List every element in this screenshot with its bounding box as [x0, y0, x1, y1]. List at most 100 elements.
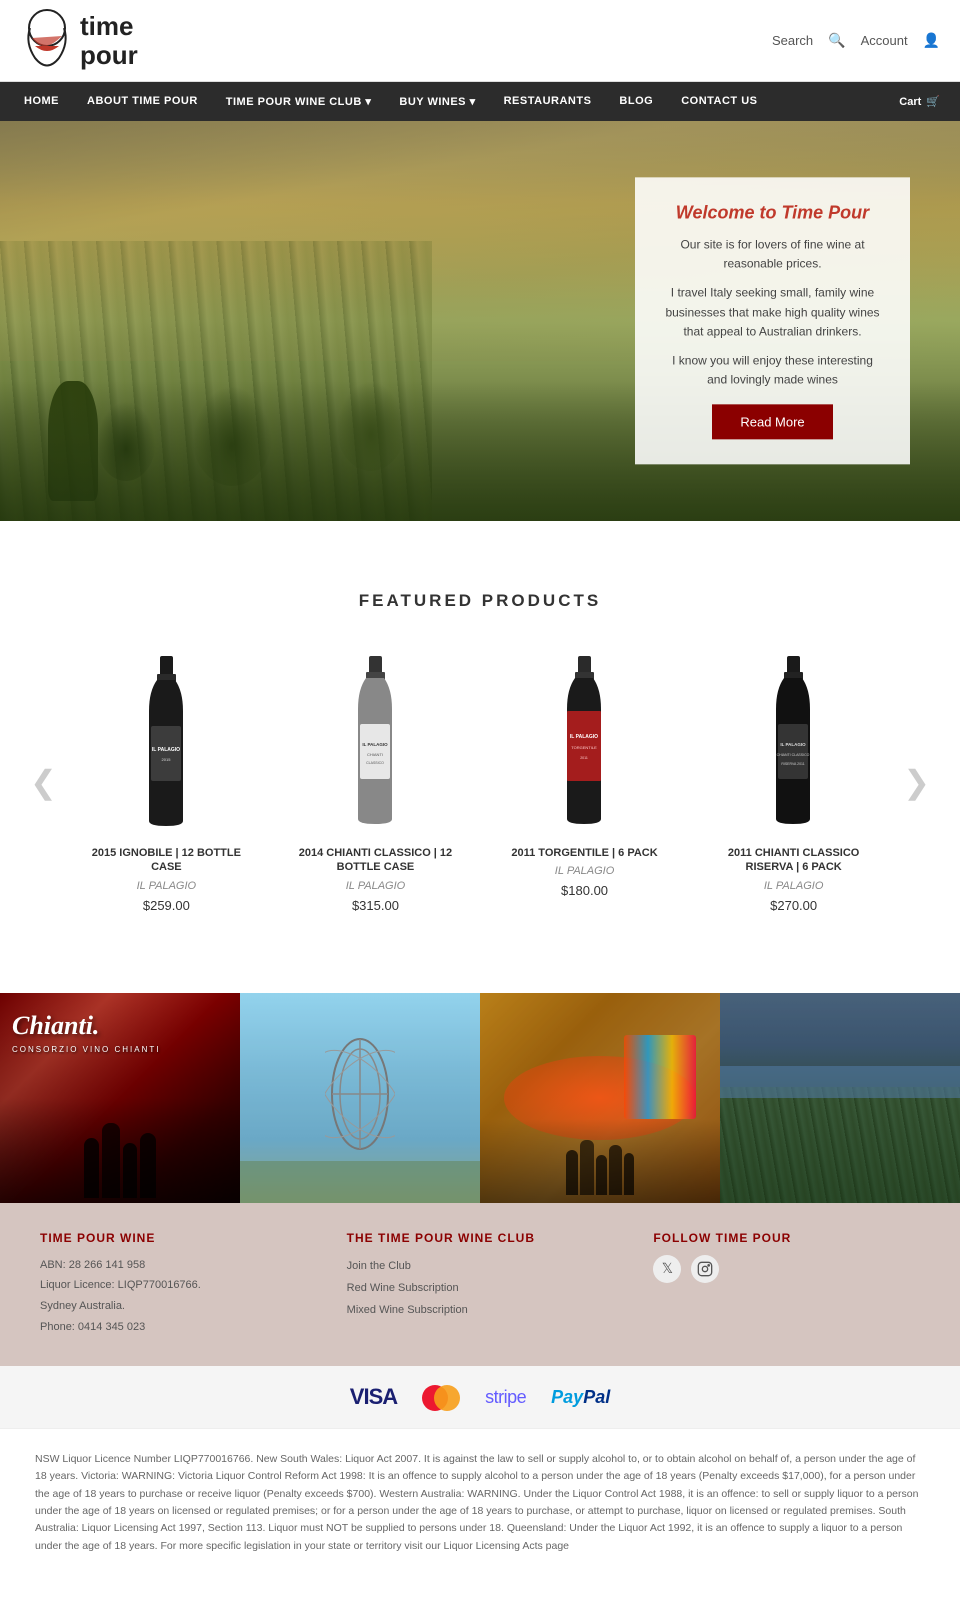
logo-line1: time [80, 12, 138, 41]
gallery-item-4[interactable] [720, 993, 960, 1203]
svg-text:CHIANTI CLASSICO: CHIANTI CLASSICO [777, 753, 810, 757]
nav-item-restaurants[interactable]: RESTAURANTS [490, 82, 606, 121]
hero-section: Welcome to Time Pour Our site is for lov… [0, 121, 960, 521]
visa-logo: VISA [350, 1384, 397, 1410]
carousel-prev-button[interactable]: ❮ [20, 753, 67, 811]
svg-text:IL PALAGIO: IL PALAGIO [780, 742, 806, 747]
dropdown-arrow: ▾ [470, 96, 476, 108]
footer-info: TIME POUR WINE ABN: 28 266 141 958 Liquo… [0, 1203, 960, 1367]
footer-col-2: THE TIME POUR WINE CLUB Join the Club Re… [347, 1231, 614, 1339]
product-card-1[interactable]: IL PALAGIO 2015 2015 IGNOBILE | 12 BOTTL… [67, 641, 266, 923]
hero-text3: I know you will enjoy these interesting … [663, 351, 882, 389]
svg-text:2011: 2011 [580, 756, 588, 760]
product-price-2: $315.00 [286, 898, 465, 913]
product-brand-1: IL PALAGIO [77, 880, 256, 892]
twitter-link[interactable]: 𝕏 [653, 1255, 681, 1283]
dropdown-arrow: ▾ [365, 96, 371, 108]
footer-col-3: FOLLOW TIME POUR 𝕏 [653, 1231, 920, 1339]
nav-item-buywines[interactable]: BUY WINES ▾ [385, 82, 489, 121]
account-icon: 👤 [923, 32, 940, 49]
product-price-4: $270.00 [704, 898, 883, 913]
product-name-2: 2014 CHIANTI CLASSICO | 12 BOTTLE CASE [286, 846, 465, 875]
cart-button[interactable]: Cart 🛒 [889, 95, 950, 108]
footer-phone: Phone: 0414 345 023 [40, 1317, 307, 1338]
twitter-icon: 𝕏 [653, 1255, 681, 1283]
mastercard-logo [422, 1385, 460, 1409]
svg-text:CLASSICO: CLASSICO [366, 761, 384, 765]
instagram-icon [691, 1255, 719, 1283]
search-link[interactable]: Search [772, 33, 813, 48]
footer-link-red[interactable]: Red Wine Subscription [347, 1277, 614, 1299]
hero-title: Welcome to Time Pour [663, 202, 882, 223]
product-name-1: 2015 IGNOBILE | 12 BOTTLE CASE [77, 846, 256, 875]
cart-label: Cart [899, 96, 921, 108]
product-price-3: $180.00 [495, 883, 674, 898]
instagram-link[interactable] [691, 1255, 719, 1283]
footer-col2-title: THE TIME POUR WINE CLUB [347, 1231, 614, 1245]
chianti-text: Chianti. [12, 1011, 99, 1041]
nav-item-wineclub[interactable]: TIME POUR WINE CLUB ▾ [212, 82, 386, 121]
svg-text:TORGENTILE: TORGENTILE [571, 745, 597, 750]
hero-text1: Our site is for lovers of fine wine at r… [663, 235, 882, 273]
product-brand-4: IL PALAGIO [704, 880, 883, 892]
photo-gallery: Chianti. CONSORZIO VINO CHIANTI [0, 993, 960, 1203]
gallery-item-1[interactable]: Chianti. CONSORZIO VINO CHIANTI [0, 993, 240, 1203]
product-bottle-3: IL PALAGIO TORGENTILE 2011 [495, 651, 674, 831]
read-more-button[interactable]: Read More [712, 405, 832, 440]
nav-item-about[interactable]: ABOUT TIME POUR [73, 82, 212, 121]
nav-item-home[interactable]: HOME [10, 82, 73, 121]
carousel-next-button[interactable]: ❯ [893, 753, 940, 811]
chianti-subtext: CONSORZIO VINO CHIANTI [12, 1045, 160, 1054]
svg-text:IL PALAGIO: IL PALAGIO [570, 734, 598, 740]
featured-title: FEATURED PRODUCTS [20, 591, 940, 611]
svg-text:RISERVA 2011: RISERVA 2011 [781, 762, 804, 766]
product-bottle-4: IL PALAGIO CHIANTI CLASSICO RISERVA 2011 [704, 651, 883, 831]
bottle-svg-1: IL PALAGIO 2015 [139, 656, 194, 831]
product-brand-3: IL PALAGIO [495, 865, 674, 877]
header-actions: Search 🔍 Account 👤 [772, 32, 940, 49]
product-name-3: 2011 TORGENTILE | 6 PACK [495, 846, 674, 860]
bottle-svg-3: IL PALAGIO TORGENTILE 2011 [557, 656, 612, 831]
cart-icon: 🛒 [926, 95, 940, 108]
footer-abn: ABN: 28 266 141 958 [40, 1255, 307, 1276]
product-name-4: 2011 CHIANTI CLASSICO RISERVA | 6 PACK [704, 846, 883, 875]
product-price-1: $259.00 [77, 898, 256, 913]
footer-col-1: TIME POUR WINE ABN: 28 266 141 958 Liquo… [40, 1231, 307, 1339]
footer-col3-title: FOLLOW TIME POUR [653, 1231, 920, 1245]
nav-item-contact[interactable]: CONTACT US [667, 82, 771, 121]
footer-col1-title: TIME POUR WINE [40, 1231, 307, 1245]
product-bottle-1: IL PALAGIO 2015 [77, 651, 256, 831]
hero-text2: I travel Italy seeking small, family win… [663, 284, 882, 342]
svg-text:IL PALAGIO: IL PALAGIO [362, 742, 388, 747]
svg-text:CHIANTI: CHIANTI [367, 752, 383, 757]
svg-text:2015: 2015 [161, 757, 171, 762]
paypal-logo: PayPal [551, 1387, 610, 1408]
footer-licence: Liquor Licence: LIQP770016766. [40, 1275, 307, 1296]
sculpture-svg [325, 1024, 395, 1164]
gallery-item-3[interactable] [480, 993, 720, 1203]
social-icons: 𝕏 [653, 1255, 920, 1283]
nav-item-blog[interactable]: BLOG [605, 82, 667, 121]
bottle-svg-2: IL PALAGIO CHIANTI CLASSICO [348, 656, 403, 831]
nav-list: HOME ABOUT TIME POUR TIME POUR WINE CLUB… [10, 82, 771, 121]
account-link[interactable]: Account [861, 33, 908, 48]
product-card-3[interactable]: IL PALAGIO TORGENTILE 2011 2011 TORGENTI… [485, 641, 684, 923]
logo[interactable]: time pour [20, 8, 138, 73]
product-card-2[interactable]: IL PALAGIO CHIANTI CLASSICO 2014 CHIANTI… [276, 641, 475, 923]
search-icon: 🔍 [828, 32, 845, 49]
site-header: time pour Search 🔍 Account 👤 [0, 0, 960, 82]
gallery-item-2[interactable] [240, 993, 480, 1203]
product-card-4[interactable]: IL PALAGIO CHIANTI CLASSICO RISERVA 2011… [694, 641, 893, 923]
products-carousel: ❮ IL PALAGIO 2015 2015 IGNOBILE | 12 BOT… [20, 641, 940, 923]
featured-section: FEATURED PRODUCTS ❮ IL PALAGIO 2015 [0, 571, 960, 963]
bottle-svg-4: IL PALAGIO CHIANTI CLASSICO RISERVA 2011 [766, 656, 821, 831]
footer-link-mixed[interactable]: Mixed Wine Subscription [347, 1299, 614, 1321]
legal-section: NSW Liquor Licence Number LIQP770016766.… [0, 1428, 960, 1577]
footer-location: Sydney Australia. [40, 1296, 307, 1317]
payment-section: VISA stripe PayPal [0, 1366, 960, 1428]
products-grid: IL PALAGIO 2015 2015 IGNOBILE | 12 BOTTL… [67, 641, 893, 923]
hero-content-box: Welcome to Time Pour Our site is for lov… [635, 177, 910, 464]
product-bottle-2: IL PALAGIO CHIANTI CLASSICO [286, 651, 465, 831]
footer-link-join[interactable]: Join the Club [347, 1255, 614, 1277]
section-spacer [0, 521, 960, 571]
